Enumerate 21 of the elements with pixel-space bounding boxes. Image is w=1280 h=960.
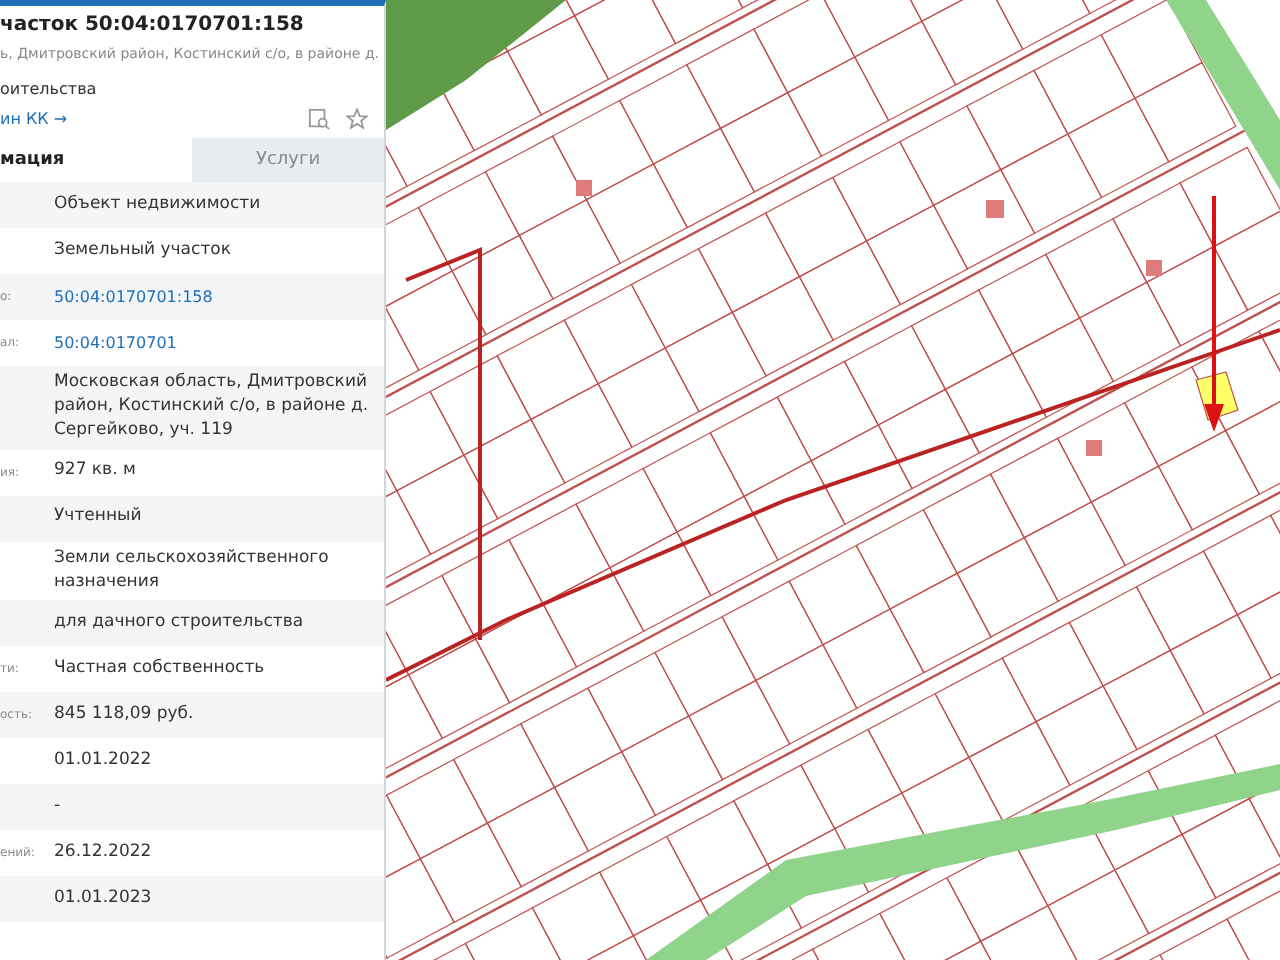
field-value: Земельный участок: [54, 237, 233, 264]
parcel-use: оительства: [0, 80, 99, 98]
star-icon[interactable]: [346, 108, 368, 130]
field-value: Учтенный: [54, 504, 144, 531]
field-value: Московская область, Дмитровский район, Костинский с/о, в районе д. Сергейково, уч. 119: [54, 370, 371, 444]
field-value: 01.01.2023: [54, 886, 154, 912]
field-value: Земли сельскохозяйственного назначения: [54, 545, 331, 596]
field-value: 26.12.2022: [54, 840, 154, 866]
field-value: Объект недвижимости: [54, 191, 263, 218]
cadastre-link[interactable]: ин КК →: [0, 110, 68, 128]
field-value: Частная собственность: [54, 656, 267, 682]
parcel-title: часток 50:04:0170701:158: [0, 14, 306, 36]
field-value: 845 118,09 руб.: [54, 702, 196, 728]
field-link[interactable]: 50:04:0170701:158: [54, 279, 384, 315]
field-value: для дачного строительства: [54, 610, 306, 636]
map-search-icon[interactable]: [308, 108, 330, 130]
field-value: 927 кв. м: [54, 458, 138, 485]
field-value: 01.01.2022: [54, 748, 154, 774]
field-value: -: [54, 794, 63, 820]
tab[interactable]: Услуги: [192, 138, 384, 182]
field-link[interactable]: 50:04:0170701: [54, 325, 384, 361]
